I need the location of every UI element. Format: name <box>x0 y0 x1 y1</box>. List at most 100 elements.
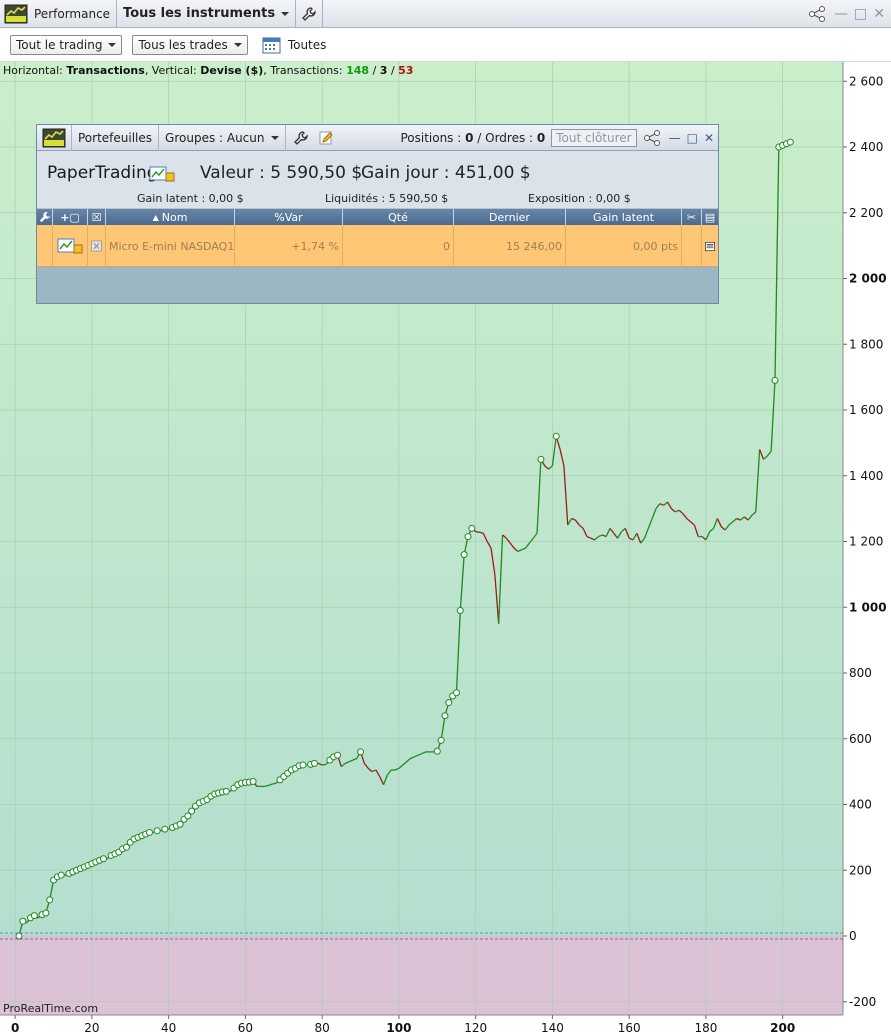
new-high-marker[interactable] <box>222 787 230 795</box>
portfolio-summary: PaperTrading Valeur : 5 590,50 $ Gain jo… <box>37 151 718 209</box>
column-header-name[interactable]: ▲ Nom <box>106 209 235 225</box>
new-high-marker[interactable] <box>357 748 365 756</box>
new-high-marker[interactable] <box>30 912 38 920</box>
column-header-unrealized-gain[interactable]: Gain latent <box>566 209 682 225</box>
winning-count: 148 <box>346 64 370 77</box>
y-tick-label: -200 <box>849 995 876 1009</box>
position-details-icon[interactable] <box>702 225 718 267</box>
position-chart-icon[interactable] <box>53 225 88 267</box>
wrench-icon <box>302 6 316 21</box>
new-high-marker[interactable] <box>771 376 779 384</box>
chart-info-line: Horizontal: Transactions, Vertical: Devi… <box>3 64 414 77</box>
orders-count: 0 <box>536 131 546 145</box>
tab-performance[interactable]: Performance <box>28 0 118 28</box>
new-high-marker[interactable] <box>145 828 153 836</box>
new-high-marker[interactable] <box>552 432 560 440</box>
new-high-marker[interactable] <box>441 712 449 720</box>
portfolio-chart-icon <box>149 166 175 182</box>
position-unrealized-gain: 0,00 pts <box>566 225 682 267</box>
y-tick-label: 2 400 <box>849 140 883 154</box>
new-high-marker[interactable] <box>445 699 453 707</box>
new-high-marker[interactable] <box>42 909 50 917</box>
new-high-marker[interactable] <box>310 759 318 767</box>
new-high-marker[interactable] <box>456 607 464 615</box>
positions-table-header: +▢ ☒ ▲ Nom %Var Qté Dernier Gain latent ✂… <box>37 209 718 225</box>
negative-zone <box>0 936 843 1015</box>
portfolio-value: Valeur : 5 590,50 $ <box>200 163 363 183</box>
new-high-marker[interactable] <box>334 751 342 759</box>
portfolio-window: Portefeuilles Groupes : Aucun Positions … <box>36 124 719 304</box>
share-icon[interactable] <box>808 5 828 23</box>
table-row[interactable]: Micro E-mini NASDAQ10... +1,74 % 0 15 24… <box>37 225 718 267</box>
x-tick-label: 0 <box>11 1021 19 1035</box>
new-high-marker[interactable] <box>299 761 307 769</box>
position-last: 15 246,00 <box>454 225 566 267</box>
column-settings-icon[interactable] <box>37 209 53 225</box>
new-high-marker[interactable] <box>468 524 476 532</box>
y-tick-label: 2 600 <box>849 74 883 88</box>
remove-position-icon[interactable]: ☒ <box>88 209 106 225</box>
new-high-marker[interactable] <box>464 533 472 541</box>
close-icon[interactable]: ✕ <box>873 6 885 22</box>
x-tick-label: 80 <box>315 1021 330 1035</box>
new-high-marker[interactable] <box>537 455 545 463</box>
minimize-icon[interactable]: — <box>834 6 848 22</box>
new-high-marker[interactable] <box>460 551 468 559</box>
new-high-marker[interactable] <box>437 736 445 744</box>
column-header-qty[interactable]: Qté <box>343 209 454 225</box>
details-icon[interactable]: ▤ <box>702 209 718 225</box>
add-position-icon[interactable]: +▢ <box>53 209 88 225</box>
new-high-marker[interactable] <box>249 777 257 785</box>
new-high-marker[interactable] <box>99 855 107 863</box>
x-tick-label: 140 <box>541 1021 564 1035</box>
pencil-icon[interactable] <box>318 130 334 146</box>
settings-wrench-button[interactable] <box>296 0 324 28</box>
wrench-icon[interactable] <box>293 130 308 145</box>
position-name: Micro E-mini NASDAQ10... <box>106 225 235 267</box>
minimize-icon[interactable]: — <box>669 131 681 145</box>
scissors-icon[interactable]: ✂ <box>682 209 702 225</box>
x-tick-label: 60 <box>238 1021 253 1035</box>
equity-segment-loss <box>475 530 480 533</box>
instruments-dropdown[interactable]: Tous les instruments <box>117 0 297 28</box>
column-header-var[interactable]: %Var <box>235 209 343 225</box>
calendar-icon[interactable] <box>262 36 282 54</box>
x-tick-label: 160 <box>618 1021 641 1035</box>
y-tick-label: 0 <box>849 929 857 943</box>
new-high-marker[interactable] <box>161 825 169 833</box>
groups-dropdown[interactable]: Groupes : Aucun <box>159 124 286 151</box>
filters-bar: Tout le trading Tous les trades Toutes <box>0 28 891 62</box>
new-high-marker[interactable] <box>19 917 27 925</box>
new-high-marker[interactable] <box>15 932 23 940</box>
column-header-last[interactable]: Dernier <box>454 209 566 225</box>
period-label[interactable]: Toutes <box>288 38 327 52</box>
maximize-icon[interactable]: □ <box>854 6 867 22</box>
x-tick-label: 120 <box>464 1021 487 1035</box>
portfolio-tools <box>286 130 334 146</box>
portfolios-button[interactable]: Portefeuilles <box>72 124 160 151</box>
maximize-icon[interactable]: □ <box>687 131 698 145</box>
close-all-button[interactable]: Tout clôturer <box>551 129 637 147</box>
new-high-marker[interactable] <box>153 827 161 835</box>
new-high-marker[interactable] <box>452 689 460 697</box>
trading-select[interactable]: Tout le trading <box>10 34 123 55</box>
share-icon[interactable] <box>643 129 663 147</box>
y-tick-label: 800 <box>849 666 872 680</box>
y-tick-label: 2 000 <box>849 272 887 286</box>
portfolio-demo-logo-icon <box>37 124 72 151</box>
portfolio-toolbar: Portefeuilles Groupes : Aucun Positions … <box>37 124 718 151</box>
equity-segment-gain <box>322 763 327 766</box>
y-tick-label: 200 <box>849 863 872 877</box>
chevron-down-icon <box>281 11 290 16</box>
new-high-marker[interactable] <box>46 896 54 904</box>
y-tick-label: 600 <box>849 732 872 746</box>
close-position-icon[interactable] <box>88 225 106 267</box>
trades-select[interactable]: Tous les trades <box>132 34 248 55</box>
window-controls: — □ ✕ <box>808 5 885 23</box>
new-high-marker[interactable] <box>786 138 794 146</box>
demo-logo-icon <box>4 4 28 24</box>
y-tick-label: 1 600 <box>849 403 883 417</box>
new-high-marker[interactable] <box>57 871 65 879</box>
new-high-marker[interactable] <box>433 747 441 755</box>
close-icon[interactable]: ✕ <box>704 131 714 145</box>
